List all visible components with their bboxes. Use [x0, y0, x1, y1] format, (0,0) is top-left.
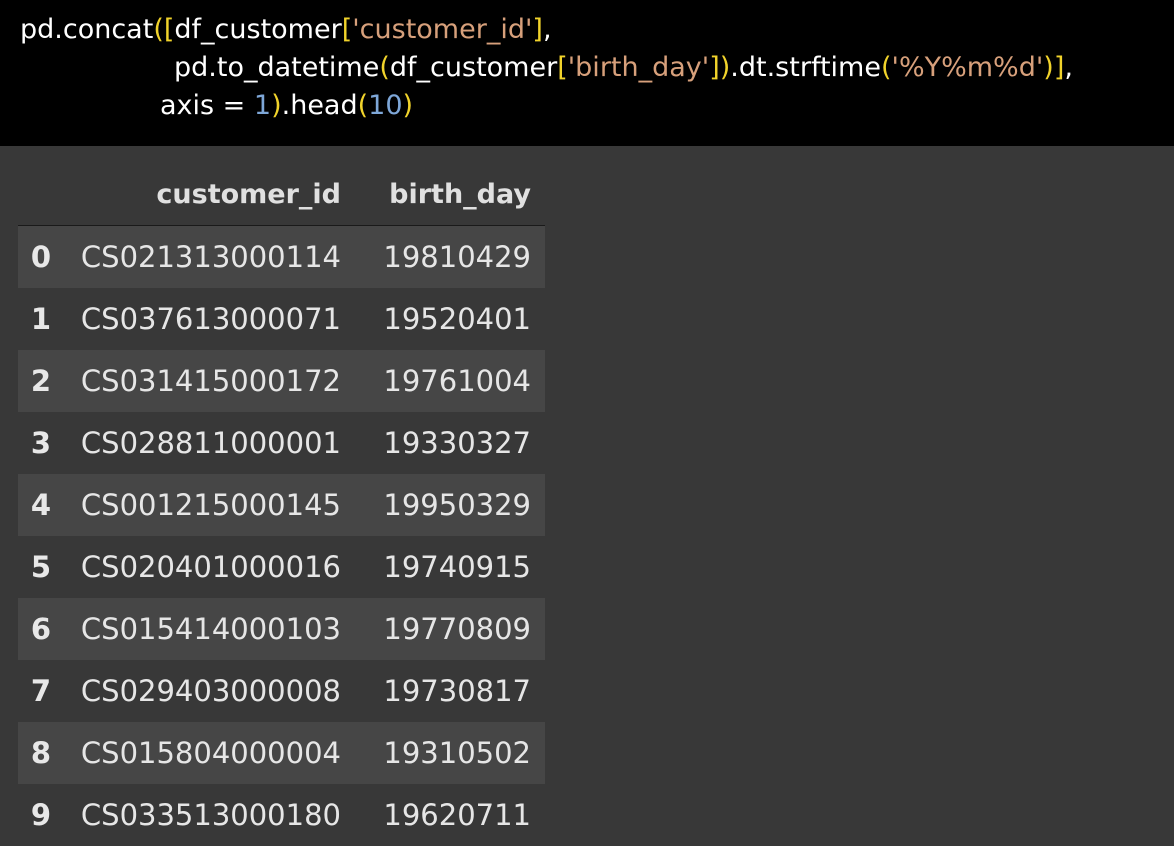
table-row: 2 CS031415000172 19761004	[18, 349, 545, 412]
table-row: 4 CS001215000145 19950329	[18, 473, 545, 536]
row-index: 0	[30, 239, 52, 274]
code-token: ]	[532, 14, 543, 45]
code-token: 'birth_day'	[567, 52, 710, 83]
index-header	[18, 164, 64, 226]
cell-customer-id: CS028811000001	[80, 425, 341, 460]
cell-customer-id: CS029403000008	[80, 673, 341, 708]
cell-birth-day: 19520401	[383, 301, 531, 336]
column-header-birth-day: birth_day	[341, 164, 545, 226]
cell-birth-day: 19740915	[383, 549, 531, 584]
cell-birth-day: 19810429	[383, 239, 531, 274]
cell-customer-id: CS015414000103	[80, 611, 341, 646]
code-token: (	[379, 52, 390, 83]
table-header-row: customer_id birth_day	[18, 164, 545, 226]
code-line-1: pd.concat([df_customer['customer_id'],	[20, 11, 552, 49]
row-index: 3	[30, 425, 52, 460]
code-token: df_customer	[174, 14, 342, 45]
cell-birth-day: 19330327	[383, 425, 531, 460]
column-header-customer-id: customer_id	[64, 164, 341, 226]
table-row: 7 CS029403000008 19730817	[18, 660, 545, 722]
dataframe-table: customer_id birth_day 0 CS021313000114 198…	[18, 164, 545, 846]
code-token: 10	[368, 90, 403, 121]
cell-birth-day: 19730817	[383, 673, 531, 708]
row-index: 4	[30, 487, 52, 522]
code-cell[interactable]: pd.concat([df_customer['customer_id'], p…	[0, 0, 1174, 146]
cell-birth-day: 19761004	[383, 363, 531, 398]
code-token: 1	[253, 90, 272, 121]
code-token: )	[719, 52, 731, 83]
cell-birth-day: 19310502	[383, 735, 531, 770]
row-index: 5	[30, 549, 52, 584]
cell-customer-id: CS020401000016	[80, 549, 341, 584]
code-token: axis =	[160, 90, 254, 121]
table-body: 0 CS021313000114 19810429 1 CS037613000071 19…	[18, 225, 545, 846]
code-token: [	[341, 14, 353, 45]
cell-birth-day: 19770809	[383, 611, 531, 646]
code-token: .dt.strftime	[730, 52, 881, 83]
code-token: pd.concat	[20, 14, 154, 45]
code-token: ]	[1053, 52, 1065, 83]
code-token: (	[357, 90, 369, 121]
code-token: ]	[709, 52, 720, 83]
cell-birth-day: 19620711	[383, 797, 531, 832]
row-index: 2	[30, 363, 52, 398]
cell-customer-id: CS021313000114	[80, 239, 341, 274]
table-row: 3 CS028811000001 19330327	[18, 412, 545, 474]
cell-customer-id: CS033513000180	[80, 797, 341, 832]
row-index: 1	[30, 301, 52, 336]
code-line-2: pd.to_datetime(df_customer['birth_day'])…	[174, 49, 1073, 87]
code-token: (	[153, 14, 164, 45]
code-token: 'customer_id'	[352, 14, 533, 45]
code-token: [	[557, 52, 568, 83]
table-row: 6 CS015414000103 19770809	[18, 597, 545, 660]
table-row: 1 CS037613000071 19520401	[18, 288, 545, 350]
cell-customer-id: CS015804000004	[80, 735, 341, 770]
code-line-3: axis = 1).head(10)	[160, 87, 413, 125]
row-index: 9	[30, 797, 52, 832]
row-index: 6	[30, 611, 52, 646]
row-index: 8	[30, 735, 52, 770]
table-row: 5 CS020401000016 19740915	[18, 536, 545, 598]
output-area: customer_id birth_day 0 CS021313000114 198…	[0, 146, 1174, 844]
table-row: 9 CS033513000180 19620711	[18, 784, 545, 846]
code-token: pd.to_datetime	[174, 52, 380, 83]
table-row: 8 CS015804000004 19310502	[18, 721, 545, 784]
code-token: '%Y%m%d'	[891, 52, 1044, 83]
code-token: )	[1043, 52, 1054, 83]
code-token: )	[271, 90, 282, 121]
code-token: ,	[1064, 52, 1073, 83]
row-index: 7	[30, 673, 52, 708]
code-token: .head	[281, 90, 358, 121]
code-token: (	[880, 52, 892, 83]
cell-customer-id: CS001215000145	[80, 487, 341, 522]
code-token: df_customer	[389, 52, 558, 83]
table-row: 0 CS021313000114 19810429	[18, 225, 545, 288]
code-token: )	[402, 90, 414, 121]
cell-customer-id: CS037613000071	[80, 301, 341, 336]
cell-customer-id: CS031415000172	[80, 363, 341, 398]
cell-birth-day: 19950329	[383, 487, 531, 522]
code-token: [	[163, 14, 175, 45]
code-token: ,	[542, 14, 552, 45]
